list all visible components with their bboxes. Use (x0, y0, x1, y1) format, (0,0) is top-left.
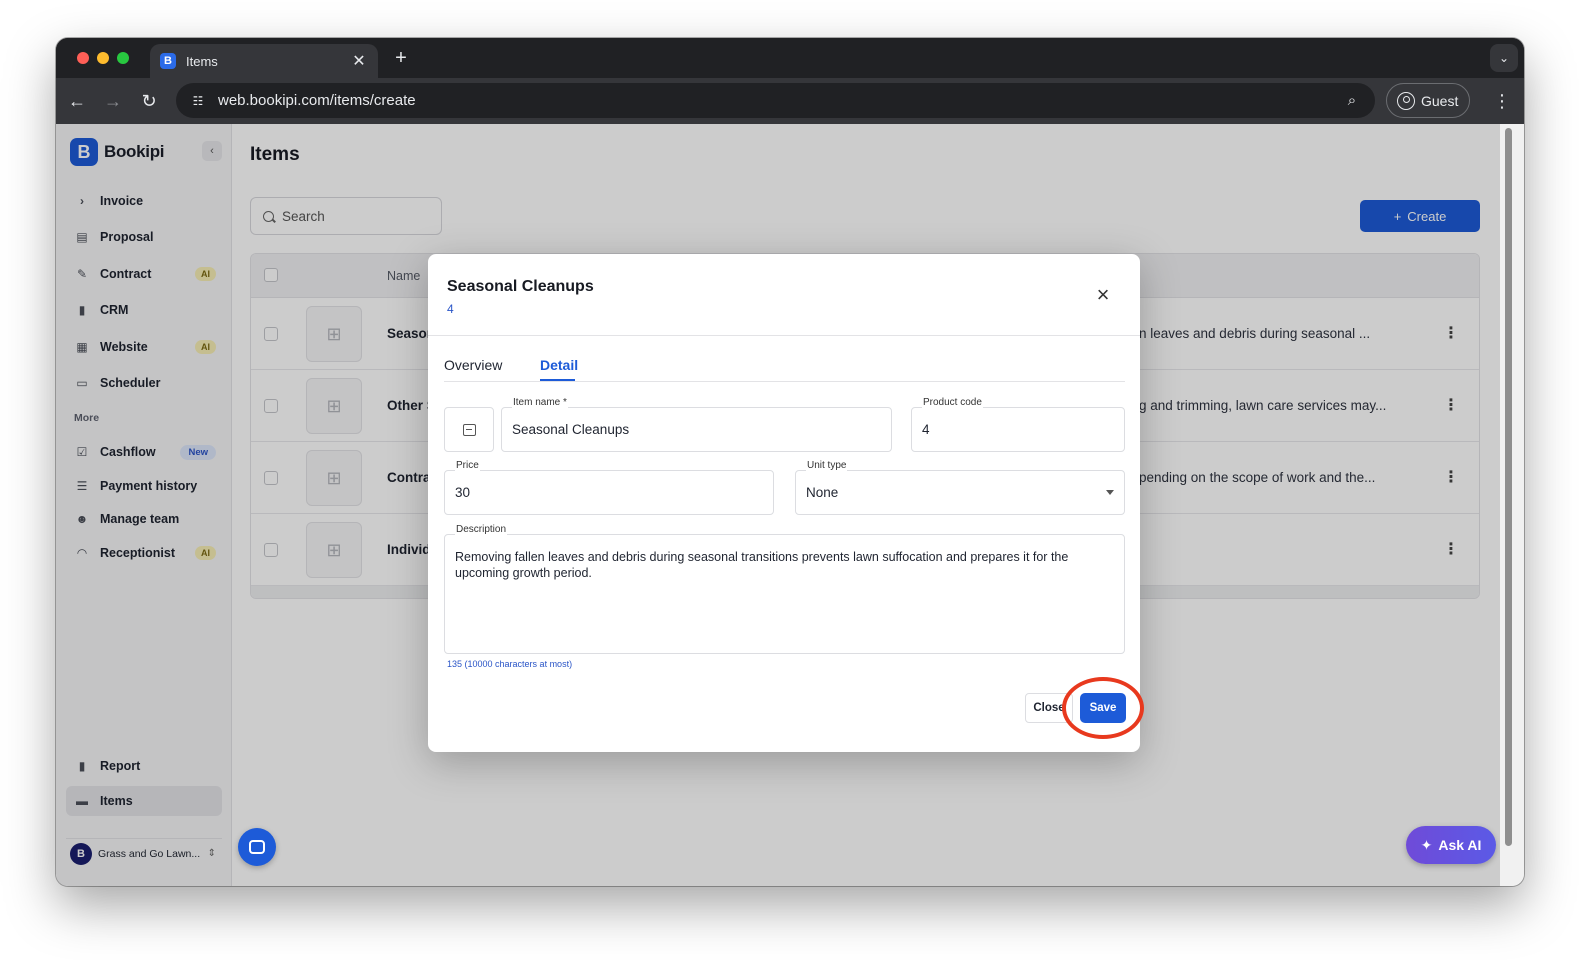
tab-detail[interactable]: Detail (540, 357, 578, 373)
url-text[interactable]: web.bookipi.com/items/create (218, 92, 1341, 109)
chat-icon (249, 840, 265, 854)
modal-tabs: Overview Detail (444, 350, 1125, 382)
back-button[interactable]: ← (64, 88, 90, 114)
new-tab-button[interactable]: + (389, 46, 413, 70)
tab-overview[interactable]: Overview (444, 357, 502, 373)
field-label: Product code (922, 397, 983, 408)
highlight-annotation-circle (1062, 677, 1144, 739)
tab-title: Items (186, 53, 218, 69)
close-icon[interactable]: × (1092, 284, 1114, 306)
close-window-button[interactable] (77, 52, 89, 64)
scrollbar-thumb[interactable] (1505, 128, 1512, 846)
minimize-window-button[interactable] (97, 52, 109, 64)
profile-icon (1397, 91, 1415, 110)
browser-window: B Items ✕ + ⌄ ← → ↻ ☷ web.bookipi.com/it… (56, 38, 1524, 886)
profile-button[interactable]: Guest (1386, 83, 1470, 118)
item-detail-modal: Seasonal Cleanups 4 × Overview Detail It… (428, 254, 1144, 752)
description-field[interactable]: Description Removing fallen leaves and d… (444, 524, 1125, 654)
unit-type-select[interactable]: Unit type None (795, 460, 1125, 515)
description-textarea[interactable]: Removing fallen leaves and debris during… (455, 549, 1115, 581)
profile-label: Guest (1421, 92, 1459, 109)
price-input[interactable]: 30 (455, 485, 470, 500)
page-viewport: B Bookipi ‹ › Invoice ▤ Proposal ✎ Contr… (56, 124, 1524, 886)
field-label: Unit type (806, 460, 848, 471)
maximize-window-button[interactable] (117, 52, 129, 64)
browser-menu-icon[interactable]: ⋮ (1492, 88, 1512, 114)
site-info-icon[interactable]: ☷ (188, 91, 208, 111)
zoom-icon[interactable]: ⌕ (1341, 92, 1363, 109)
product-code-field[interactable]: Product code 4 (911, 397, 1125, 452)
address-bar[interactable]: ☷ web.bookipi.com/items/create ⌕ (176, 83, 1375, 118)
unit-type-value[interactable]: None (806, 485, 838, 500)
item-name-field[interactable]: Item name * Seasonal Cleanups (501, 397, 892, 452)
forward-button[interactable]: → (100, 88, 126, 114)
product-code-input[interactable]: 4 (922, 422, 930, 437)
bookipi-favicon-icon: B (160, 53, 176, 69)
char-count: 135 (10000 characters at most) (447, 659, 573, 669)
price-field[interactable]: Price 30 (444, 460, 774, 515)
upload-image-button[interactable] (444, 407, 494, 452)
chat-support-button[interactable] (238, 828, 276, 866)
page-scrollbar[interactable] (1500, 124, 1524, 886)
divider (428, 335, 1140, 336)
reload-button[interactable]: ↻ (136, 88, 162, 114)
active-tab-indicator (540, 379, 575, 381)
caret-down-icon (1106, 490, 1114, 495)
tab-search-button[interactable]: ⌄ (1490, 44, 1518, 72)
field-label: Price (455, 460, 480, 471)
modal-subtitle: 4 (447, 302, 454, 316)
tab-close-icon[interactable]: ✕ (350, 51, 368, 71)
sparkle-icon: ✦ (1420, 836, 1433, 853)
browser-toolbar: ← → ↻ ☷ web.bookipi.com/items/create ⌕ G… (56, 78, 1524, 124)
item-name-input[interactable]: Seasonal Cleanups (512, 422, 629, 437)
field-label: Description (455, 524, 508, 535)
tab-strip: B Items ✕ + ⌄ (56, 38, 1524, 78)
ask-ai-button[interactable]: ✦ Ask AI (1406, 826, 1496, 864)
ask-ai-label: Ask AI (1438, 837, 1482, 853)
modal-title: Seasonal Cleanups (447, 278, 594, 295)
browser-tab-items[interactable]: B Items ✕ (150, 44, 378, 78)
field-label: Item name * (512, 397, 568, 408)
image-icon (462, 423, 476, 436)
